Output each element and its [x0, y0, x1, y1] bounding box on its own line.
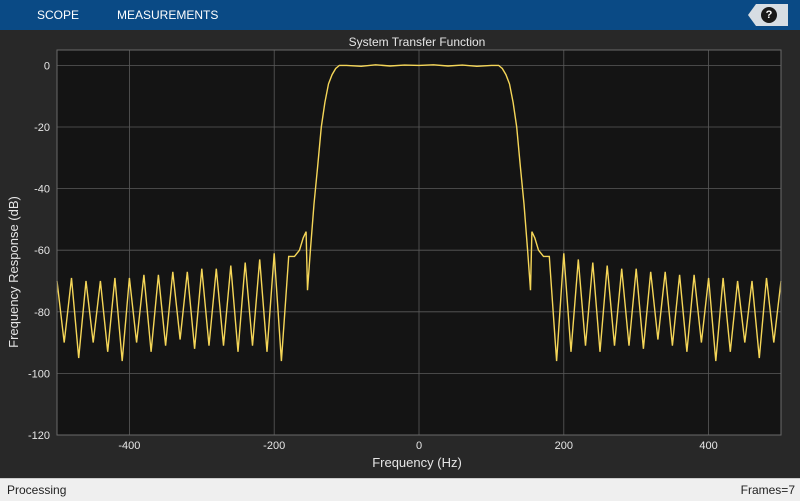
spectrum-chart: -400 -200 0 200 400 0 -20 -40 -60 -80 -100 -120 Sys… — [6, 35, 782, 470]
x-tick-label: 400 — [699, 440, 717, 452]
y-tick-label: -40 — [34, 184, 50, 196]
status-bar: Processing Frames=7 — [0, 478, 800, 501]
frame-counter: Frames=7 — [740, 483, 795, 497]
help-icon[interactable]: ? — [761, 7, 777, 23]
x-axis-label: Frequency (Hz) — [372, 455, 462, 470]
y-tick-label: -80 — [34, 307, 50, 319]
tab-measurements[interactable]: MEASUREMENTS — [117, 8, 218, 22]
chart-title: System Transfer Function — [349, 35, 486, 49]
y-axis-label: Frequency Response (dB) — [6, 196, 21, 348]
tab-scope[interactable]: SCOPE — [37, 8, 79, 22]
y-tick-label: -20 — [34, 122, 50, 134]
y-tick-label: -120 — [28, 430, 50, 442]
y-tick-label: -100 — [28, 368, 50, 380]
toolstrip: SCOPE MEASUREMENTS ? — [0, 0, 800, 30]
y-tick-label: 0 — [44, 60, 50, 72]
status-text: Processing — [7, 483, 67, 497]
x-tick-label: 200 — [555, 440, 573, 452]
x-tick-label: -400 — [118, 440, 140, 452]
scope-display: -400 -200 0 200 400 0 -20 -40 -60 -80 -100 -120 Sys… — [0, 30, 800, 478]
x-tick-label: -200 — [263, 440, 285, 452]
y-tick-label: -60 — [34, 245, 50, 257]
x-tick-label: 0 — [416, 440, 422, 452]
